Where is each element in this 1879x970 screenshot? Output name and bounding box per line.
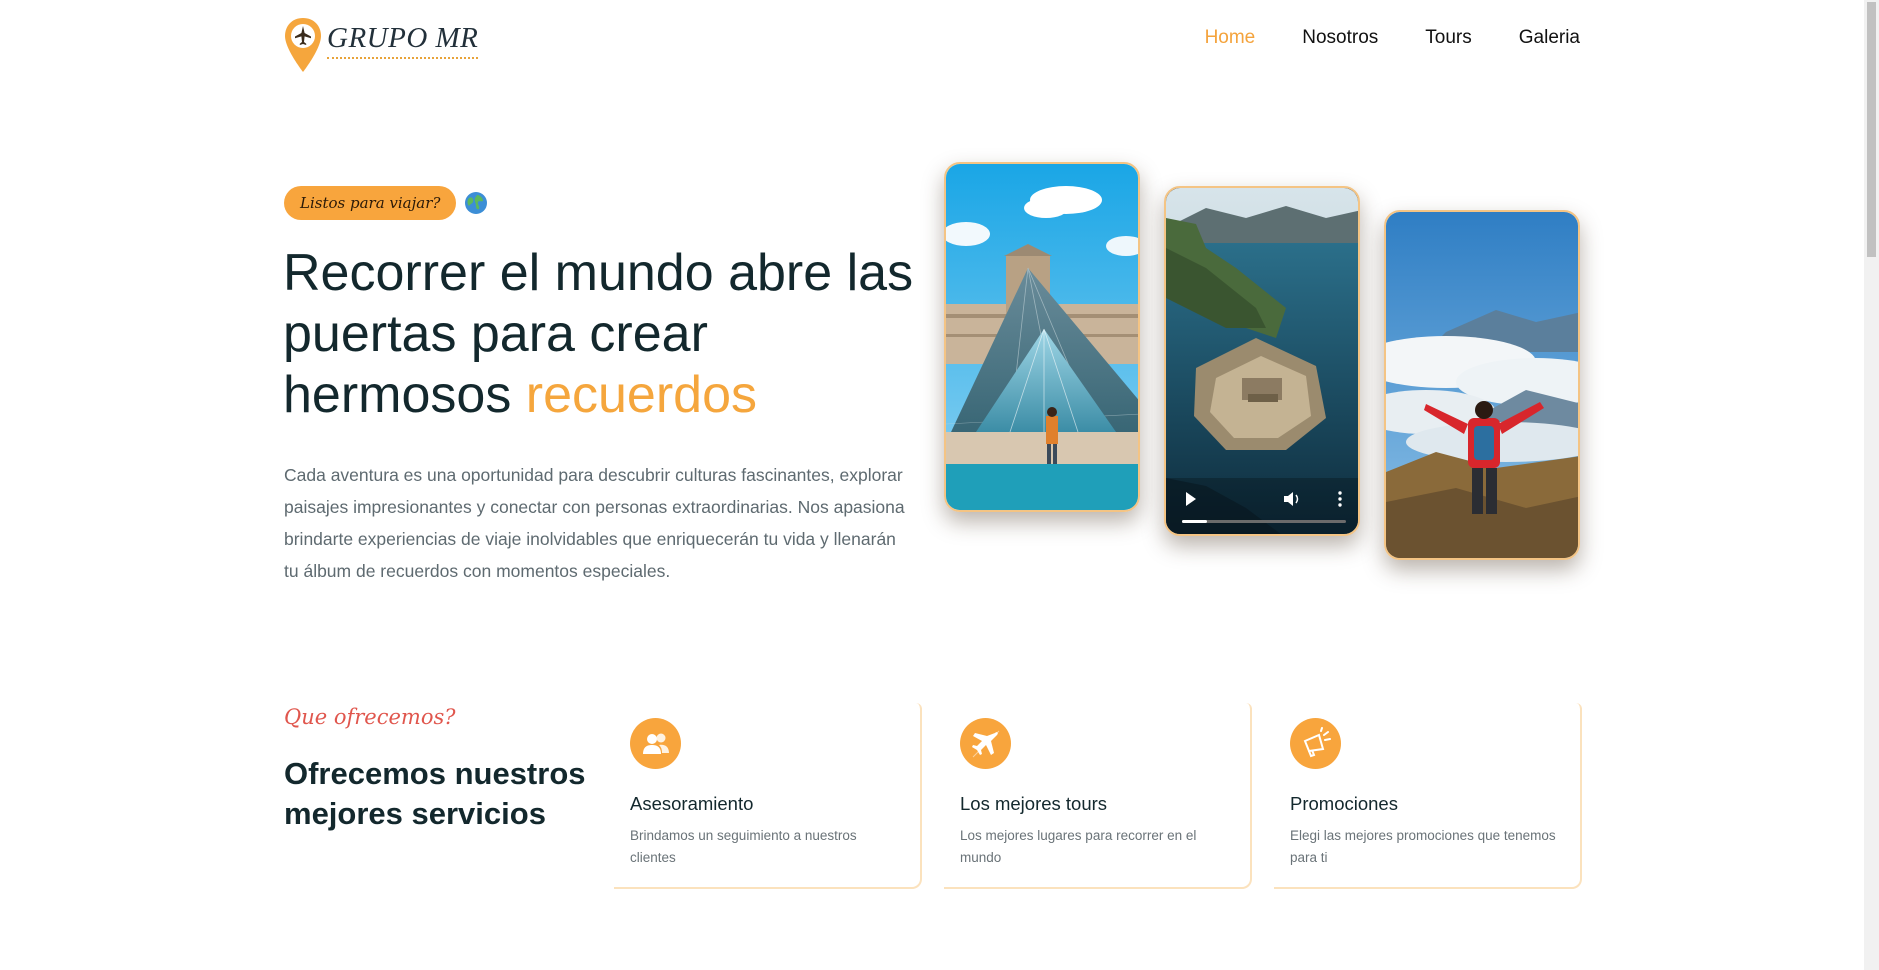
hero-tag: Listos para viajar? bbox=[284, 186, 488, 220]
louvre-image bbox=[946, 164, 1138, 510]
service-card-title: Asesoramiento bbox=[630, 793, 754, 814]
photo-hiker bbox=[1384, 210, 1580, 560]
service-card-title: Promociones bbox=[1290, 793, 1398, 814]
megaphone-icon bbox=[1290, 718, 1341, 769]
hero-title-accent: recuerdos bbox=[525, 366, 757, 424]
nav-tours[interactable]: Tours bbox=[1425, 27, 1471, 49]
service-card-asesoramiento[interactable]: Asesoramiento Brindamos un seguimiento a… bbox=[614, 703, 922, 889]
main-nav: Home Nosotros Tours Galeria bbox=[1205, 27, 1580, 49]
logo[interactable]: GRUPO MR bbox=[283, 16, 479, 74]
services-title: Ofrecemos nuestros mejores servicios bbox=[284, 756, 586, 831]
more-icon[interactable] bbox=[1338, 491, 1342, 507]
nav-nosotros[interactable]: Nosotros bbox=[1302, 27, 1378, 49]
volume-icon[interactable] bbox=[1284, 492, 1299, 506]
nav-home[interactable]: Home bbox=[1205, 27, 1256, 49]
video-progress-fill bbox=[1182, 520, 1207, 523]
hiker-image bbox=[1386, 212, 1578, 558]
hero-title: Recorrer el mundo abre las puertas para … bbox=[283, 243, 923, 426]
logo-text: GRUPO MR bbox=[327, 22, 479, 59]
page-scrollbar[interactable] bbox=[1864, 0, 1879, 970]
globe-icon bbox=[465, 192, 488, 214]
video-controls bbox=[1166, 464, 1358, 534]
users-icon bbox=[630, 718, 681, 769]
nav-galeria[interactable]: Galeria bbox=[1519, 27, 1580, 49]
scrollbar-thumb[interactable] bbox=[1867, 2, 1876, 257]
services-kicker: Que ofrecemos? bbox=[284, 705, 456, 729]
hero-description: Cada aventura es una oportunidad para de… bbox=[284, 465, 905, 581]
service-card-title: Los mejores tours bbox=[960, 793, 1108, 814]
airplane-icon bbox=[960, 718, 1011, 769]
photo-louvre bbox=[944, 162, 1140, 512]
service-card-text: Los mejores lugares para recorrer en el … bbox=[960, 828, 1197, 865]
video-fortress[interactable] bbox=[1164, 186, 1360, 536]
service-card-promociones[interactable]: Promociones Elegi las mejores promocione… bbox=[1274, 703, 1582, 889]
service-card-tours[interactable]: Los mejores tours Los mejores lugares pa… bbox=[944, 703, 1252, 889]
service-card-text: Elegi las mejores promociones que tenemo… bbox=[1290, 828, 1556, 865]
hero-tag-label: Listos para viajar? bbox=[284, 186, 457, 220]
play-icon[interactable] bbox=[1186, 492, 1196, 506]
service-card-text: Brindamos un seguimiento a nuestros clie… bbox=[630, 828, 857, 865]
map-pin-airplane-icon bbox=[285, 18, 321, 72]
